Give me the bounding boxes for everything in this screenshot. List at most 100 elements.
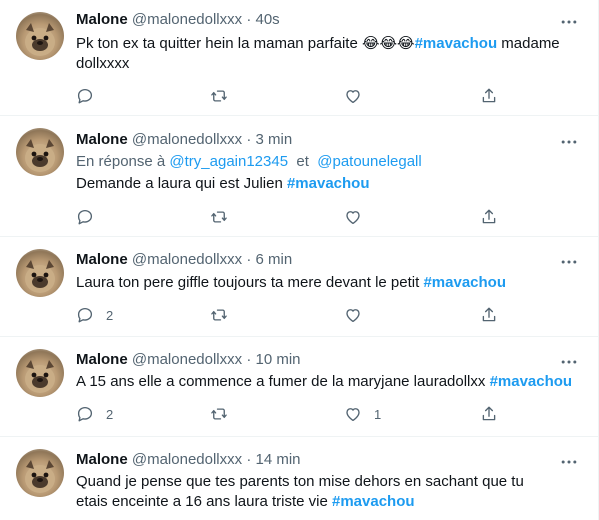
tweet-actions: 2 xyxy=(76,305,496,325)
tweet-text: Pk ton ex ta quitter hein la maman parfa… xyxy=(76,34,576,74)
tweet-header: Malone @malonedollxxx · 40s xyxy=(76,10,280,30)
retweet-button[interactable] xyxy=(210,207,240,227)
like-button[interactable] xyxy=(344,305,374,325)
pug-avatar-image xyxy=(25,260,55,293)
tweet-actions xyxy=(76,207,496,227)
retweet-icon xyxy=(211,408,227,420)
tweet-header: Malone @malonedollxxx · 6 min xyxy=(76,250,292,270)
display-name[interactable]: Malone xyxy=(76,11,128,28)
tweet-header: Malone @malonedollxxx · 14 min xyxy=(76,450,301,470)
timestamp[interactable]: 10 min xyxy=(255,351,300,368)
pug-avatar-image xyxy=(25,460,55,493)
tweet[interactable]: Malone @malonedollxxx · 6 min Laura ton … xyxy=(0,237,599,337)
tweet-text-body: A 15 ans elle a commence a fumer de la m… xyxy=(76,373,490,390)
heart-icon xyxy=(346,90,360,104)
tweet[interactable]: Malone @malonedollxxx · 10 min A 15 ans … xyxy=(0,337,599,437)
avatar[interactable] xyxy=(16,449,64,497)
reply-button[interactable] xyxy=(76,86,106,106)
separator-dot: · xyxy=(246,451,252,468)
share-button[interactable] xyxy=(480,86,498,106)
reply-button[interactable]: 2 xyxy=(76,305,113,325)
like-button[interactable] xyxy=(344,86,374,106)
share-icon xyxy=(482,88,496,103)
avatar[interactable] xyxy=(16,128,64,176)
avatar[interactable] xyxy=(16,249,64,297)
retweet-button[interactable] xyxy=(210,305,240,325)
display-name[interactable]: Malone xyxy=(76,131,128,148)
more-dots-icon[interactable] xyxy=(559,352,579,372)
mention-link[interactable]: @patounelegall xyxy=(317,153,421,170)
share-button[interactable] xyxy=(480,207,498,227)
like-count: 1 xyxy=(374,406,382,422)
tweet[interactable]: Malone @malonedollxxx · 3 min En réponse… xyxy=(0,116,599,237)
reply-icon xyxy=(77,88,93,104)
reply-icon xyxy=(77,406,93,422)
display-name[interactable]: Malone xyxy=(76,251,128,268)
tweet-text-body: Quand je pense que tes parents ton mise … xyxy=(76,473,524,510)
separator-dot: · xyxy=(246,351,252,368)
hashtag-link[interactable]: #mavachou xyxy=(415,35,498,52)
heart-icon xyxy=(346,211,360,225)
timestamp[interactable]: 40s xyxy=(255,11,279,28)
tweet-actions: 2 1 xyxy=(76,404,496,424)
reply-icon xyxy=(77,307,93,323)
reply-prefix: En réponse à xyxy=(76,153,170,170)
share-icon xyxy=(482,406,496,421)
separator-dot: · xyxy=(246,11,252,28)
tweet-actions xyxy=(76,86,496,106)
display-name[interactable]: Malone xyxy=(76,351,128,368)
avatar[interactable] xyxy=(16,349,64,397)
mention-link[interactable]: @try_again12345 xyxy=(169,153,288,170)
tweet-header: Malone @malonedollxxx · 10 min xyxy=(76,350,301,370)
display-name[interactable]: Malone xyxy=(76,451,128,468)
separator-dot: · xyxy=(246,131,252,148)
more-dots-icon[interactable] xyxy=(559,252,579,272)
timestamp[interactable]: 14 min xyxy=(255,451,300,468)
tweet-text: Laura ton pere giffle toujours ta mere d… xyxy=(76,273,576,293)
tweet-header: Malone @malonedollxxx · 3 min xyxy=(76,130,292,150)
tweet-text: Demande a laura qui est Julien #mavachou xyxy=(76,174,576,194)
user-handle[interactable]: @malonedollxxx xyxy=(132,251,242,268)
timestamp[interactable]: 3 min xyxy=(255,131,292,148)
like-button[interactable]: 1 xyxy=(344,404,381,424)
like-button[interactable] xyxy=(344,207,374,227)
user-handle[interactable]: @malonedollxxx xyxy=(132,131,242,148)
share-icon xyxy=(482,307,496,322)
separator-dot: · xyxy=(246,251,252,268)
user-handle[interactable]: @malonedollxxx xyxy=(132,351,242,368)
reply-icon xyxy=(77,209,93,225)
reply-context: En réponse à @try_again12345 et @patoune… xyxy=(76,152,422,172)
retweet-button[interactable] xyxy=(210,86,240,106)
user-handle[interactable]: @malonedollxxx xyxy=(132,11,242,28)
hashtag-link[interactable]: #mavachou xyxy=(423,274,506,291)
more-dots-icon[interactable] xyxy=(559,132,579,152)
retweet-icon xyxy=(211,90,227,102)
retweet-icon xyxy=(211,211,227,223)
share-button[interactable] xyxy=(480,305,498,325)
retweet-icon xyxy=(211,309,227,321)
tweet-text: A 15 ans elle a commence a fumer de la m… xyxy=(76,372,576,392)
reply-button[interactable]: 2 xyxy=(76,404,113,424)
hashtag-link[interactable]: #mavachou xyxy=(332,493,415,510)
timestamp[interactable]: 6 min xyxy=(255,251,292,268)
retweet-button[interactable] xyxy=(210,404,240,424)
tweet-text-body: Laura ton pere giffle toujours ta mere d… xyxy=(76,274,424,291)
share-button[interactable] xyxy=(480,404,498,424)
tweet[interactable]: Malone @malonedollxxx · 40s Pk ton ex ta… xyxy=(0,0,599,116)
hashtag-link[interactable]: #mavachou xyxy=(490,373,573,390)
reply-button[interactable] xyxy=(76,207,106,227)
hashtag-link[interactable]: #mavachou xyxy=(287,175,370,192)
share-icon xyxy=(482,209,496,224)
tweet-text: Quand je pense que tes parents ton mise … xyxy=(76,472,556,512)
heart-icon xyxy=(346,309,360,323)
more-dots-icon[interactable] xyxy=(559,12,579,32)
reply-joiner: et xyxy=(288,153,318,170)
tweet[interactable]: Malone @malonedollxxx · 14 min Quand je … xyxy=(0,437,599,520)
heart-icon xyxy=(346,408,360,422)
more-dots-icon[interactable] xyxy=(559,452,579,472)
user-handle[interactable]: @malonedollxxx xyxy=(132,451,242,468)
reply-count: 2 xyxy=(106,406,114,422)
pug-avatar-image xyxy=(25,23,55,56)
avatar[interactable] xyxy=(16,12,64,60)
reply-count: 2 xyxy=(106,307,114,323)
